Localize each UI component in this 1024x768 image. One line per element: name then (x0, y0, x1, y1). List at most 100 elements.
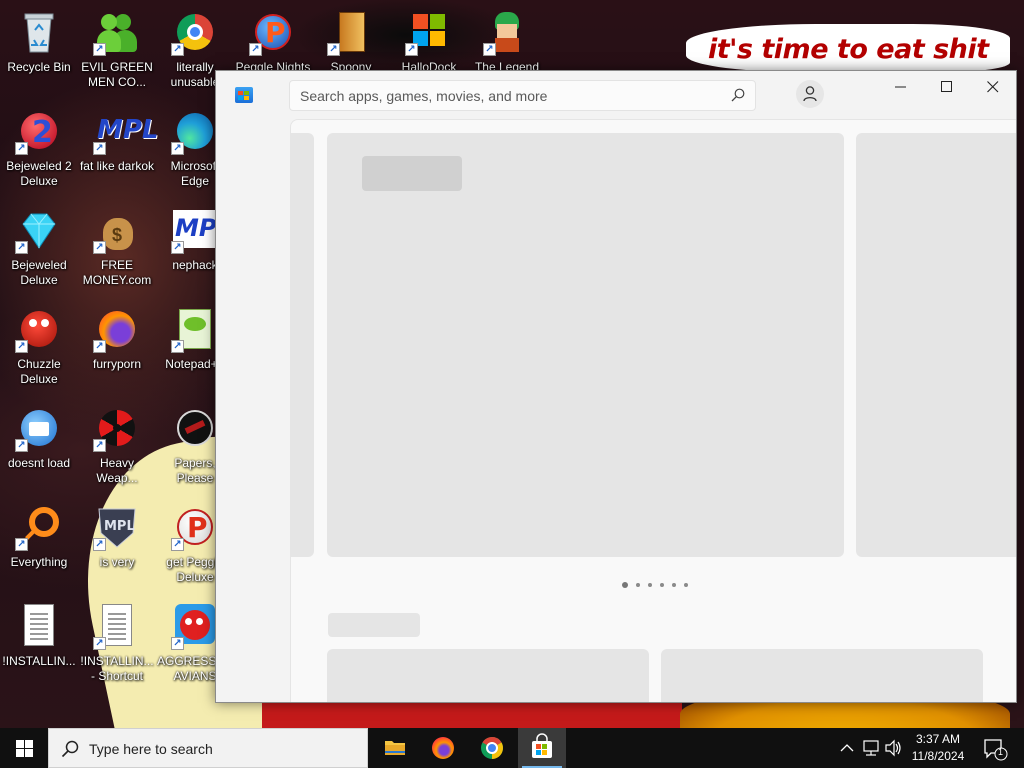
desktop-icon-peggle-nights[interactable]: P ↗ Peggle Nights (235, 8, 311, 75)
close-button[interactable] (970, 71, 1016, 103)
radiation-icon: ↗ (93, 404, 141, 452)
tile-placeholder[interactable] (327, 649, 649, 702)
taskbar-search-box[interactable]: Type here to search (48, 728, 368, 768)
desktop-icon-furryporn[interactable]: ↗ furryporn (79, 305, 155, 372)
book-icon: ↗ (327, 8, 375, 56)
carousel-dot[interactable] (672, 582, 676, 587)
chrome-icon (481, 737, 503, 759)
gem-icon: ↗ (15, 206, 63, 254)
desktop-icon-is-very[interactable]: MPL ↗ is very (79, 503, 155, 570)
desktop-icon-evil-green-men[interactable]: ↗ EVIL GREEN MEN CO... (79, 8, 155, 90)
account-button[interactable] (796, 80, 824, 108)
desktop-icon-label: is very (99, 555, 135, 569)
desktop-icon-bejeweled-deluxe[interactable]: ↗ Bejeweled Deluxe (1, 206, 77, 288)
notification-count: 1 (998, 747, 1004, 757)
desktop-icon-label: furryporn (92, 357, 142, 371)
tray-network-button[interactable] (860, 728, 882, 768)
tray-clock[interactable]: 3:37 AM 11/8/2024 (900, 731, 976, 765)
desktop-icon-bejeweled-2[interactable]: 2 ↗ Bejeweled 2 Deluxe (1, 107, 77, 189)
taskbar: Type here to search 3:37 AM 11/8/2024 1 (0, 728, 1024, 768)
microsoft-store-icon (235, 87, 253, 103)
mpl-icon: MPL ↗ (93, 107, 159, 155)
taskbar-app-firefox[interactable] (419, 728, 467, 768)
thunderbird-icon: ↗ (15, 404, 63, 452)
desktop-icon-the-legend[interactable]: ↗ The Legend (469, 8, 545, 75)
windows-logo-icon: ↗ (405, 8, 453, 56)
carousel-dot[interactable] (622, 581, 628, 588)
hero-title-placeholder (362, 156, 462, 191)
search-icon (61, 740, 79, 758)
wallpaper-caption-text: it's time to eat shit (708, 34, 989, 65)
shield-mpl-icon: MPL ↗ (93, 503, 141, 551)
desktop-icon-label: !INSTALLIN... - Shortcut (80, 654, 154, 683)
taskbar-app-file-explorer[interactable] (371, 728, 419, 768)
notification-icon (984, 739, 1008, 761)
desktop-icon-installing-shortcut[interactable]: ↗ !INSTALLIN... - Shortcut (79, 602, 155, 684)
character-icon: ↗ (483, 8, 531, 56)
desktop-icon-fat-like-darkok[interactable]: MPL ↗ fat like darkok (79, 107, 159, 174)
firefox-icon (432, 737, 454, 759)
desktop-icon-label: fat like darkok (79, 159, 155, 173)
wallpaper-caption-bubble: it's time to eat shit (686, 24, 1010, 72)
money-bag-icon: $ ↗ (93, 206, 141, 254)
search-icon[interactable] (731, 88, 745, 102)
chevron-up-icon (840, 744, 854, 752)
desktop-icon-label: FREE MONEY.com (82, 258, 152, 287)
desktop-icon-free-money[interactable]: $ ↗ FREE MONEY.com (79, 206, 155, 288)
taskbar-search-placeholder: Type here to search (89, 741, 213, 757)
carousel-pager[interactable] (622, 576, 696, 588)
carousel-dot[interactable] (636, 582, 640, 587)
taskbar-app-microsoft-store[interactable] (518, 728, 566, 768)
text-file-icon (15, 602, 63, 650)
search-ring-icon: ↗ (15, 503, 63, 551)
taskbar-app-chrome[interactable] (468, 728, 516, 768)
section-title-placeholder (328, 613, 420, 637)
desktop-icon-recycle-bin[interactable]: Recycle Bin (1, 8, 77, 75)
minimize-icon (895, 86, 906, 88)
windows-start-icon (16, 740, 33, 757)
desktop-icon-doesnt-load[interactable]: ↗ doesnt load (1, 404, 77, 471)
desktop-icon-chuzzle-deluxe[interactable]: ↗ Chuzzle Deluxe (1, 305, 77, 387)
tile-placeholder[interactable] (661, 649, 983, 702)
microsoft-store-icon (532, 733, 552, 758)
start-button[interactable] (0, 728, 48, 768)
desktop-icon-label: Chuzzle Deluxe (17, 357, 61, 386)
tray-overflow-button[interactable] (838, 728, 856, 768)
edge-icon: ↗ (171, 107, 219, 155)
chuzzle-icon: ↗ (15, 305, 63, 353)
hero-card-previous[interactable] (291, 133, 314, 557)
desktop-icon-label: !INSTALLIN... (2, 654, 76, 668)
chrome-icon: ↗ (171, 8, 219, 56)
store-search-box[interactable] (289, 80, 756, 111)
network-icon (863, 740, 879, 756)
recycle-bin-icon (15, 8, 63, 56)
user-icon (803, 86, 817, 102)
clock-date: 11/8/2024 (911, 749, 965, 763)
maximize-button[interactable] (924, 71, 970, 103)
store-search-input[interactable] (290, 81, 720, 110)
desktop-icon-spoony[interactable]: ↗ Spoony (313, 8, 389, 75)
minimize-button[interactable] (878, 71, 924, 103)
notepad-plus-icon: ↗ (171, 305, 219, 353)
svg-text:MPL: MPL (104, 519, 135, 534)
peggle-icon: P ↗ (171, 503, 219, 551)
text-file-icon: ↗ (93, 602, 141, 650)
folder-icon (385, 741, 405, 755)
desktop-icon-label: doesnt load (7, 456, 71, 470)
desktop-icon-heavy-weapon[interactable]: ↗ Heavy Weap... (79, 404, 155, 486)
desktop-icon-label: Bejeweled 2 Deluxe (6, 159, 72, 188)
hero-card-next[interactable] (856, 133, 1016, 557)
desktop-icon-label: Heavy Weap... (96, 456, 138, 485)
carousel-dot[interactable] (660, 582, 664, 587)
action-center-button[interactable]: 1 (978, 728, 1010, 768)
hero-card-main[interactable] (327, 133, 844, 557)
papers-please-icon (171, 404, 219, 452)
mpi-icon: MPI ↗ (171, 206, 225, 254)
desktop-icon-hallodock[interactable]: ↗ HalloDock (391, 8, 467, 75)
store-nav-rail (216, 119, 290, 702)
desktop-icon-installing[interactable]: !INSTALLIN... (1, 602, 77, 669)
carousel-dot[interactable] (648, 582, 652, 587)
desktop-icon-everything[interactable]: ↗ Everything (1, 503, 77, 570)
carousel-dot[interactable] (684, 582, 688, 587)
people-icon: ↗ (93, 8, 141, 56)
